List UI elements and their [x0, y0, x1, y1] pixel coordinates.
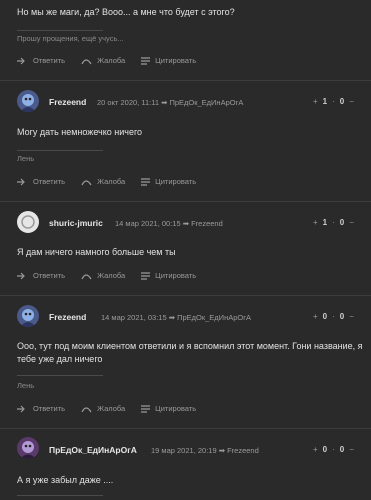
- signature: Лень: [17, 381, 35, 390]
- quote-icon: [141, 271, 151, 280]
- author-name[interactable]: Frezeend: [49, 312, 86, 322]
- post-text-line-2: тебе уже дал ничего: [17, 354, 103, 364]
- vote-separator: ·: [332, 312, 335, 321]
- vote-separator: ·: [332, 218, 335, 227]
- downvote-count: 0: [339, 97, 345, 106]
- downvote-button[interactable]: −: [349, 445, 354, 454]
- quote-button[interactable]: Цитировать: [141, 271, 196, 280]
- quote-label: Цитировать: [155, 177, 197, 186]
- post-meta[interactable]: 20 окт 2020, 11:11 ➡ ПрЕдОк_ЕдИнАрОгА: [97, 98, 243, 107]
- reply-button[interactable]: Ответить: [17, 404, 65, 413]
- complaint-icon: [81, 179, 92, 185]
- vote-widget: + 1 · 0 −: [313, 218, 354, 227]
- complain-label: Жалоба: [97, 56, 126, 65]
- vote-widget: + 0 · 0 −: [313, 312, 354, 321]
- upvote-button[interactable]: +: [313, 97, 318, 106]
- avatar[interactable]: [17, 437, 39, 459]
- avatar-image: [17, 437, 39, 459]
- reply-button[interactable]: Ответить: [17, 271, 65, 280]
- upvote-count: 0: [322, 445, 328, 454]
- upvote-button[interactable]: +: [313, 312, 318, 321]
- signature: Прошу прощения, ещё учусь...: [17, 34, 124, 43]
- post-text: Могу дать немножечко ничего: [17, 127, 143, 137]
- quote-label: Цитировать: [155, 271, 197, 280]
- quote-button[interactable]: Цитировать: [141, 404, 196, 413]
- signature-divider: [17, 375, 103, 376]
- complain-label: Жалоба: [97, 177, 126, 186]
- complain-button[interactable]: Жалоба: [81, 271, 125, 280]
- upvote-button[interactable]: +: [313, 218, 318, 227]
- post-separator: [0, 428, 371, 429]
- quote-icon: [141, 404, 151, 413]
- reply-icon: [17, 57, 25, 64]
- post-actions: Ответить Жалоба Цитировать: [17, 404, 196, 413]
- downvote-button[interactable]: −: [349, 218, 354, 227]
- signature-divider: [17, 495, 103, 496]
- post-separator: [0, 80, 371, 81]
- reply-button[interactable]: Ответить: [17, 56, 65, 65]
- quote-label: Цитировать: [155, 404, 197, 413]
- post-actions: Ответить Жалоба Цитировать: [17, 177, 196, 186]
- complain-button[interactable]: Жалоба: [81, 404, 125, 413]
- vote-widget: + 1 · 0 −: [313, 97, 354, 106]
- reply-label: Ответить: [33, 177, 66, 186]
- quote-button[interactable]: Цитировать: [141, 177, 196, 186]
- upvote-count: 0: [322, 312, 328, 321]
- signature: Лень: [17, 154, 35, 163]
- signature-divider: [17, 30, 103, 31]
- signature-divider: [17, 150, 103, 151]
- upvote-count: 1: [322, 218, 328, 227]
- downvote-button[interactable]: −: [349, 312, 354, 321]
- reply-icon: [17, 178, 25, 185]
- avatar[interactable]: [17, 305, 39, 327]
- quote-icon: [141, 177, 151, 186]
- default-avatar-icon: [17, 211, 39, 233]
- avatar[interactable]: [17, 211, 39, 233]
- reply-label: Ответить: [33, 271, 66, 280]
- post-meta[interactable]: 19 мар 2021, 20:19 ➡ Frezeend: [151, 446, 259, 455]
- quote-icon: [141, 56, 151, 65]
- post-text: А я уже забыл даже ....: [17, 475, 114, 485]
- post-separator: [0, 201, 371, 202]
- reply-button[interactable]: Ответить: [17, 177, 65, 186]
- reply-label: Ответить: [33, 56, 66, 65]
- post-meta[interactable]: 14 мар 2021, 03:15 ➡ ПрЕдОк_ЕдИнАрОгА: [101, 313, 251, 322]
- complain-label: Жалоба: [97, 404, 126, 413]
- post-text: Я дам ничего намного больше чем ты: [17, 247, 176, 257]
- post-separator: [0, 295, 371, 296]
- complaint-icon: [81, 273, 92, 279]
- avatar-image: [17, 90, 39, 112]
- vote-separator: ·: [332, 97, 335, 106]
- downvote-count: 0: [339, 218, 345, 227]
- post-actions: Ответить Жалоба Цитировать: [17, 271, 196, 280]
- downvote-count: 0: [339, 445, 345, 454]
- downvote-count: 0: [339, 312, 345, 321]
- author-name[interactable]: Frezeend: [49, 97, 86, 107]
- complaint-icon: [81, 58, 92, 64]
- reply-icon: [17, 272, 25, 279]
- avatar-image: [17, 305, 39, 327]
- avatar[interactable]: [17, 90, 39, 112]
- vote-separator: ·: [332, 445, 335, 454]
- complain-button[interactable]: Жалоба: [81, 177, 125, 186]
- complain-label: Жалоба: [97, 271, 126, 280]
- complaint-icon: [81, 406, 92, 412]
- author-name[interactable]: ПрЕдОк_ЕдИнАрОгА: [49, 445, 137, 455]
- upvote-count: 1: [322, 97, 328, 106]
- downvote-button[interactable]: −: [349, 97, 354, 106]
- post-text: Но мы же маги, да? Вооо... а мне что буд…: [17, 7, 235, 17]
- post-actions: Ответить Жалоба Цитировать: [17, 56, 196, 65]
- quote-label: Цитировать: [155, 56, 197, 65]
- complain-button[interactable]: Жалоба: [81, 56, 125, 65]
- author-name[interactable]: shuric-jmuric: [49, 218, 103, 228]
- upvote-button[interactable]: +: [313, 445, 318, 454]
- vote-widget: + 0 · 0 −: [313, 445, 354, 454]
- reply-icon: [17, 405, 25, 412]
- post-text-line-1: Ооо, тут под моим клиентом ответили и я …: [17, 341, 363, 351]
- reply-label: Ответить: [33, 404, 66, 413]
- post-meta[interactable]: 14 мар 2021, 00:15 ➡ Frezeend: [115, 219, 223, 228]
- quote-button[interactable]: Цитировать: [141, 56, 196, 65]
